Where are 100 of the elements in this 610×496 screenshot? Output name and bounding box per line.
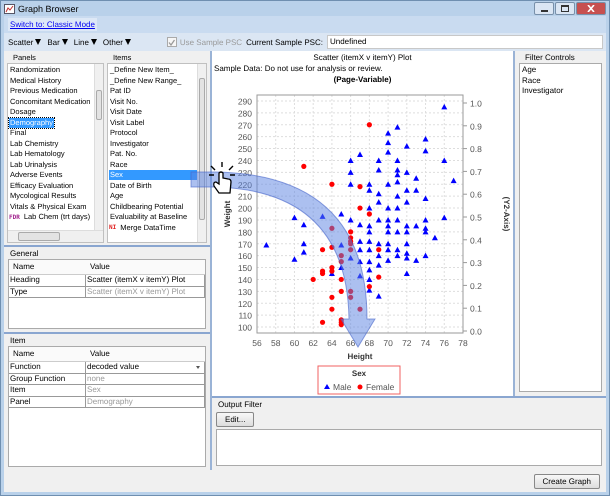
output-filter-field[interactable] — [216, 429, 602, 466]
check-icon — [168, 38, 176, 46]
data-point — [394, 124, 400, 130]
table-cell: Function — [9, 362, 86, 372]
data-point — [320, 213, 326, 219]
chart-type-menu[interactable]: Line — [72, 38, 98, 46]
data-point — [357, 306, 363, 312]
maximize-icon — [561, 5, 569, 12]
list-item[interactable]: Race — [522, 76, 599, 86]
y-tick-label: 190 — [238, 215, 252, 226]
data-point — [422, 252, 429, 258]
edit-button[interactable]: Edit... — [216, 412, 254, 427]
x-tick-label: 78 — [458, 338, 468, 348]
maximize-button[interactable] — [555, 2, 575, 15]
list-item[interactable]: Investigator — [522, 86, 599, 96]
data-point — [404, 169, 410, 175]
horizontal-scrollbar[interactable] — [8, 230, 103, 242]
window-title: Graph Browser — [18, 4, 79, 14]
chart-icon — [4, 4, 15, 14]
data-point — [348, 255, 354, 261]
data-point — [376, 190, 382, 196]
data-point — [320, 247, 326, 252]
psc-field[interactable]: Undefined — [327, 35, 603, 49]
x-tick-label: 68 — [364, 338, 374, 348]
y-tick-label: 250 — [238, 144, 252, 154]
data-point — [338, 288, 344, 294]
y-tick-label: 110 — [238, 310, 252, 321]
legend-label: Male — [333, 382, 352, 392]
table-cell: Scatter (itemX v itemY) Plot — [86, 286, 205, 297]
data-point — [385, 140, 392, 146]
data-point — [376, 293, 382, 299]
data-point — [329, 306, 334, 312]
data-point — [422, 136, 429, 142]
table-cell: none — [86, 374, 205, 384]
x-tick-label: 72 — [402, 338, 412, 348]
table-cell: Group Function — [9, 374, 86, 384]
data-point — [291, 256, 298, 262]
data-point — [357, 152, 363, 157]
data-point — [320, 320, 326, 325]
data-point — [404, 270, 410, 276]
data-point — [300, 249, 307, 255]
data-point — [385, 205, 392, 211]
list-item[interactable]: Age — [522, 65, 599, 76]
scrollbar[interactable] — [94, 64, 103, 230]
legend-label: Female — [366, 382, 394, 392]
chart-type-menu[interactable]: Scatter — [7, 38, 42, 46]
y-tick-label: 160 — [238, 251, 252, 262]
data-point — [357, 222, 363, 228]
data-point — [413, 257, 420, 263]
data-point — [376, 157, 382, 163]
y2-tick-label: 0.5 — [470, 212, 482, 222]
y-axis-label: Weight — [223, 200, 232, 228]
function-dropdown[interactable]: decoded value — [86, 362, 205, 372]
data-point — [357, 272, 363, 278]
data-point — [329, 244, 334, 250]
filter-heading: Filter Controls — [524, 53, 576, 63]
table-cell: Sex — [86, 385, 205, 396]
data-point — [385, 130, 392, 136]
data-point — [366, 276, 372, 282]
data-point — [394, 157, 400, 163]
y-tick-label: 120 — [238, 298, 252, 309]
output-filter-heading: Output Filter — [217, 400, 262, 410]
data-point — [385, 149, 392, 155]
data-point — [413, 175, 420, 181]
chart-type-menu[interactable]: Bar — [46, 38, 69, 46]
scrollbar[interactable] — [197, 64, 206, 242]
data-point — [422, 148, 429, 154]
y2-tick-label: 0.3 — [470, 258, 482, 268]
data-point — [348, 169, 354, 175]
data-point — [366, 266, 372, 272]
create-graph-button[interactable]: Create Graph — [534, 474, 600, 488]
x-tick-label: 58 — [271, 338, 280, 348]
y2-axis-label: (Y2-Axis) — [502, 196, 511, 232]
data-point — [394, 193, 400, 199]
table-cell: Heading — [9, 275, 86, 286]
minimize-button[interactable] — [534, 2, 554, 15]
data-point — [366, 258, 372, 264]
data-point — [357, 258, 363, 264]
data-point — [385, 257, 392, 263]
column-header: Name — [12, 348, 36, 360]
x-tick-label: 60 — [290, 338, 300, 348]
data-point — [422, 196, 429, 202]
column-header: Value — [89, 261, 111, 273]
legend-marker — [324, 384, 330, 389]
x-tick-label: 64 — [327, 338, 337, 348]
chart-type-menu[interactable]: Other — [102, 38, 132, 46]
data-point — [413, 187, 420, 193]
classic-mode-link[interactable]: Switch to: Classic Mode — [8, 18, 97, 31]
table-cell: Demography — [86, 396, 205, 407]
data-point — [413, 222, 420, 228]
data-point — [291, 214, 298, 220]
legend-marker — [358, 384, 362, 390]
x-tick-label: 56 — [252, 338, 262, 348]
data-point — [348, 157, 354, 163]
close-button[interactable] — [576, 2, 606, 15]
x-tick-label: 70 — [383, 338, 393, 348]
y2-tick-label: 0.7 — [470, 166, 482, 177]
caret-icon — [62, 39, 68, 45]
sample-note: Sample Data: Do not use for analysis or review. — [213, 63, 384, 74]
caret-icon — [124, 39, 131, 45]
